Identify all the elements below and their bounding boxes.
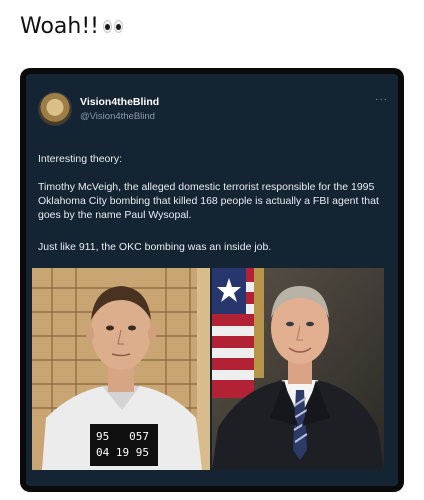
more-dots-icon[interactable]: ··· [375,94,388,105]
tweet-card: Vision4theBlind @Vision4theBlind ··· Int… [26,74,398,486]
portrait-image[interactable] [212,268,384,470]
mugshot-placard: 95 057 04 19 95 [90,424,158,466]
eyes-icon [103,20,123,33]
tweet-paragraph: Interesting theory: [38,153,123,165]
post-caption-text: Woah!! [20,14,99,39]
tweet-screenshot: Vision4theBlind @Vision4theBlind ··· Int… [20,68,404,492]
placard-line-2: 04 19 95 [96,446,149,459]
mugshot-image[interactable]: 95 057 04 19 95 [32,268,210,470]
tweet-paragraph: Just like 911, the OKC bombing was an in… [38,241,272,253]
portrait-illustration [212,268,384,470]
author-handle[interactable]: @Vision4theBlind [80,111,155,122]
avatar[interactable] [38,92,72,126]
post-caption: Woah!! [20,14,123,39]
author-name[interactable]: Vision4theBlind [80,96,159,108]
placard-line-1: 95 057 [96,430,149,443]
tweet-paragraph: Timothy McVeigh, the alleged domestic te… [38,181,379,221]
